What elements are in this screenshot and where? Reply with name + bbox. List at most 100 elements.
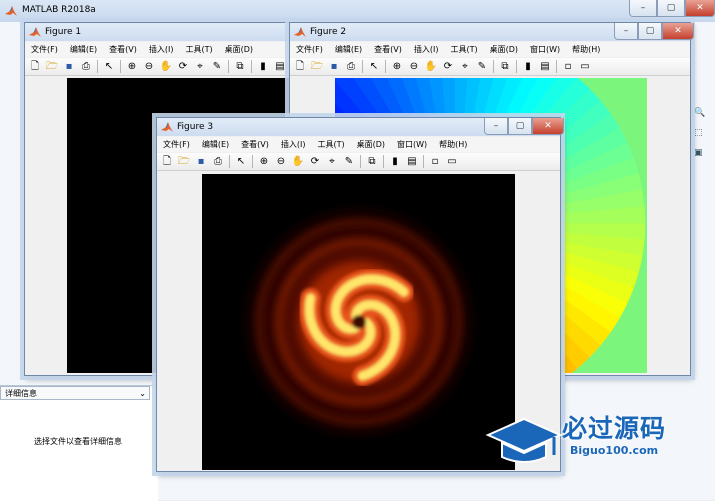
link-plot-icon[interactable]: ⧉ [233, 60, 247, 74]
search-icon[interactable]: 🔍 [694, 108, 706, 120]
figure-2-toolbar: 🗋 🗁 ▪ ⎙ ↖ ⊕ ⊖ ✋ ⟳ ⌖ ✎ ⧉ ▮ ▤ ▫ ▭ [290, 58, 690, 76]
select-arrow-icon[interactable]: ↖ [102, 60, 116, 74]
menu-view[interactable]: 查看(V) [103, 42, 143, 57]
menu-file[interactable]: 文件(F) [157, 137, 196, 152]
new-figure-icon[interactable]: 🗋 [293, 60, 307, 74]
select-arrow-icon[interactable]: ↖ [367, 60, 381, 74]
figure-1-title: Figure 1 [45, 27, 82, 37]
link-plot-icon[interactable]: ⧉ [498, 60, 512, 74]
zoom-out-icon[interactable]: ⊖ [142, 60, 156, 74]
pan-hand-icon[interactable]: ✋ [291, 155, 305, 169]
legend-icon[interactable]: ▤ [273, 60, 287, 74]
minimize-button[interactable]: – [484, 118, 508, 135]
menu-view[interactable]: 查看(V) [368, 42, 408, 57]
menu-tools[interactable]: 工具(T) [311, 137, 350, 152]
figure-2-title: Figure 2 [310, 27, 347, 37]
save-icon[interactable]: ▪ [62, 60, 76, 74]
menu-tools[interactable]: 工具(T) [444, 42, 483, 57]
menu-insert[interactable]: 插入(I) [408, 42, 445, 57]
hide-tools-icon[interactable]: ▫ [428, 155, 442, 169]
menu-tools[interactable]: 工具(T) [179, 42, 218, 57]
menu-desktop[interactable]: 桌面(D) [484, 42, 524, 57]
rotate-3d-icon[interactable]: ⟳ [176, 60, 190, 74]
data-cursor-icon[interactable]: ⌖ [193, 60, 207, 74]
colorbar-icon[interactable]: ▮ [521, 60, 535, 74]
rotate-3d-icon[interactable]: ⟳ [308, 155, 322, 169]
menu-edit[interactable]: 编辑(E) [196, 137, 235, 152]
brush-icon[interactable]: ✎ [342, 155, 356, 169]
figure-1-titlebar[interactable]: Figure 1 [25, 23, 297, 41]
hide-tools-icon[interactable]: ▫ [561, 60, 575, 74]
data-cursor-icon[interactable]: ⌖ [458, 60, 472, 74]
colorbar-icon[interactable]: ▮ [388, 155, 402, 169]
figure-3-titlebar[interactable]: Figure 3 – ▢ ✕ [157, 118, 564, 136]
menu-window[interactable]: 窗口(W) [391, 137, 433, 152]
menu-help[interactable]: 帮助(H) [566, 42, 606, 57]
toolbar-separator [385, 60, 386, 73]
zoom-out-icon[interactable]: ⊖ [274, 155, 288, 169]
legend-icon[interactable]: ▤ [405, 155, 419, 169]
menu-edit[interactable]: 编辑(E) [329, 42, 368, 57]
colorbar-icon[interactable]: ▮ [256, 60, 270, 74]
graduation-cap-icon [485, 417, 562, 463]
close-button[interactable]: ✕ [662, 23, 694, 40]
details-header-label: 详细信息 [5, 389, 37, 398]
matlab-logo-icon [294, 26, 306, 38]
new-figure-icon[interactable]: 🗋 [28, 60, 42, 74]
show-tools-icon[interactable]: ▭ [578, 60, 592, 74]
menu-file[interactable]: 文件(F) [25, 42, 64, 57]
expand-icon[interactable]: ⬚ [694, 128, 706, 140]
menu-edit[interactable]: 编辑(E) [64, 42, 103, 57]
zoom-out-icon[interactable]: ⊖ [407, 60, 421, 74]
chevron-down-icon[interactable]: ⌄ [139, 387, 146, 401]
menu-insert[interactable]: 插入(I) [143, 42, 180, 57]
details-placeholder: 选择文件以查看详细信息 [34, 437, 122, 446]
matlab-logo-icon [29, 26, 41, 38]
figure-2-titlebar[interactable]: Figure 2 – ▢ ✕ [290, 23, 694, 41]
maximize-button[interactable]: ▢ [508, 118, 532, 135]
legend-icon[interactable]: ▤ [538, 60, 552, 74]
print-icon[interactable]: ⎙ [211, 155, 225, 169]
close-button[interactable]: ✕ [532, 118, 564, 135]
minimize-button[interactable]: – [629, 0, 657, 17]
details-header[interactable]: 详细信息 ⌄ [0, 386, 150, 400]
open-file-icon[interactable]: 🗁 [177, 155, 191, 169]
link-plot-icon[interactable]: ⧉ [365, 155, 379, 169]
data-cursor-icon[interactable]: ⌖ [325, 155, 339, 169]
close-button[interactable]: ✕ [685, 0, 715, 17]
figure-3-title: Figure 3 [177, 122, 214, 132]
maximize-button[interactable]: ▢ [657, 0, 685, 17]
menu-help[interactable]: 帮助(H) [433, 137, 473, 152]
menu-file[interactable]: 文件(F) [290, 42, 329, 57]
zoom-in-icon[interactable]: ⊕ [390, 60, 404, 74]
brush-icon[interactable]: ✎ [475, 60, 489, 74]
figure-1-toolbar: 🗋 🗁 ▪ ⎙ ↖ ⊕ ⊖ ✋ ⟳ ⌖ ✎ ⧉ ▮ ▤ [25, 58, 297, 76]
menu-view[interactable]: 查看(V) [235, 137, 275, 152]
pan-hand-icon[interactable]: ✋ [424, 60, 438, 74]
maximize-button[interactable]: ▢ [638, 23, 662, 40]
rotate-3d-icon[interactable]: ⟳ [441, 60, 455, 74]
menu-insert[interactable]: 插入(I) [275, 137, 312, 152]
save-icon[interactable]: ▪ [194, 155, 208, 169]
app-title: MATLAB R2018a [22, 5, 96, 15]
open-file-icon[interactable]: 🗁 [310, 60, 324, 74]
print-icon[interactable]: ⎙ [344, 60, 358, 74]
minimize-button[interactable]: – [614, 23, 638, 40]
open-file-icon[interactable]: 🗁 [45, 60, 59, 74]
new-figure-icon[interactable]: 🗋 [160, 155, 174, 169]
print-icon[interactable]: ⎙ [79, 60, 93, 74]
workspace-icon[interactable]: ▣ [694, 148, 706, 160]
zoom-in-icon[interactable]: ⊕ [125, 60, 139, 74]
menu-desktop[interactable]: 桌面(D) [351, 137, 391, 152]
figure-3-toolbar: 🗋 🗁 ▪ ⎙ ↖ ⊕ ⊖ ✋ ⟳ ⌖ ✎ ⧉ ▮ ▤ ▫ ▭ [157, 153, 560, 171]
save-icon[interactable]: ▪ [327, 60, 341, 74]
brush-icon[interactable]: ✎ [210, 60, 224, 74]
show-tools-icon[interactable]: ▭ [445, 155, 459, 169]
pan-hand-icon[interactable]: ✋ [159, 60, 173, 74]
menu-desktop[interactable]: 桌面(D) [219, 42, 259, 57]
toolbar-separator [556, 60, 557, 73]
menu-window[interactable]: 窗口(W) [524, 42, 566, 57]
zoom-in-icon[interactable]: ⊕ [257, 155, 271, 169]
select-arrow-icon[interactable]: ↖ [234, 155, 248, 169]
toolbar-separator [252, 155, 253, 168]
